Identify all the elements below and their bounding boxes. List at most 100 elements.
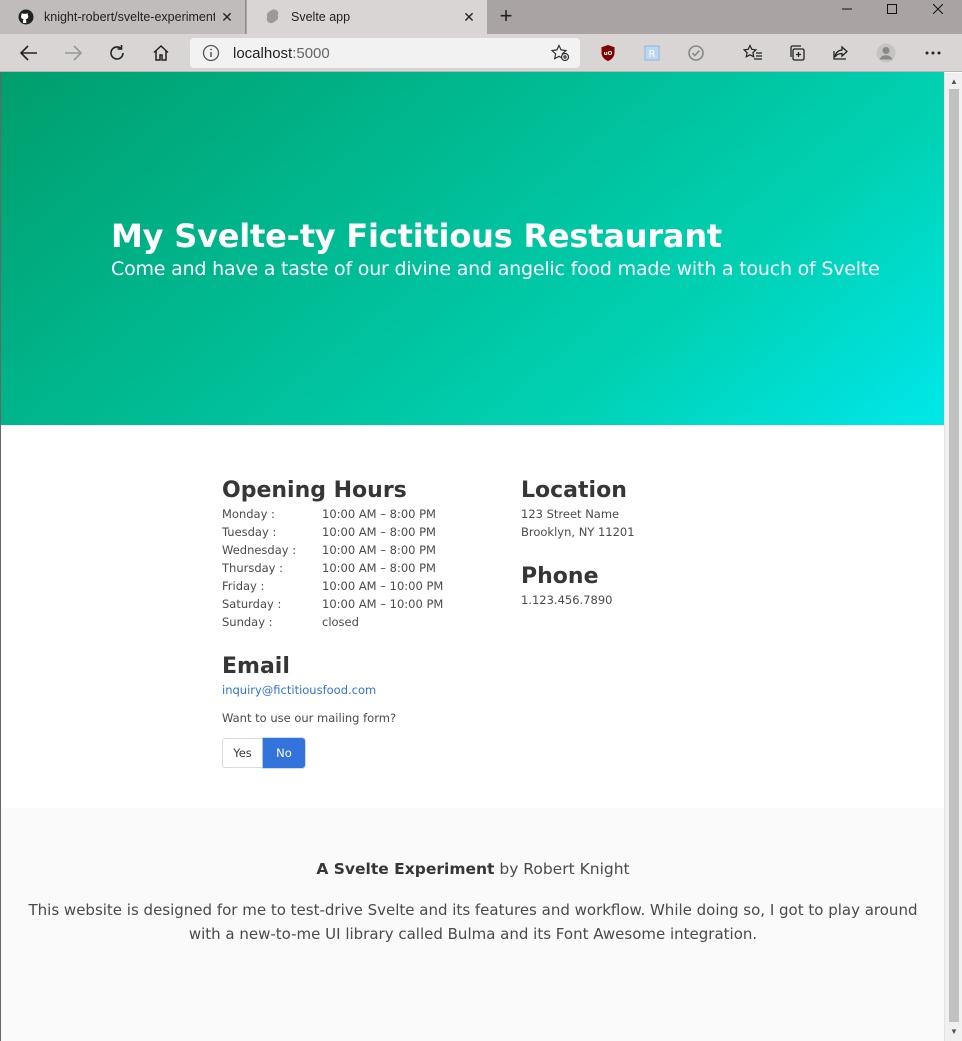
location-heading: Location: [521, 478, 627, 503]
profile-button[interactable]: [872, 39, 900, 67]
svg-text:uO: uO: [604, 51, 613, 57]
address-line-1: 123 Street Name: [521, 507, 620, 521]
footer-description: This website is designed for me to test-…: [28, 901, 918, 943]
ublock-icon: uO: [601, 45, 615, 61]
scroll-down-arrow-icon[interactable]: ▼: [945, 1025, 962, 1039]
email-heading: Email: [222, 654, 290, 679]
mailing-form-question: Want to use our mailing form?: [222, 711, 397, 725]
hours-time: 10:00 AM – 8:00 PM: [322, 543, 436, 557]
maximize-button[interactable]: [869, 0, 915, 18]
close-window-button[interactable]: [915, 0, 961, 18]
opening-hours: Opening Hours Monday : 10:00 AM – 8:00 PM…: [222, 477, 512, 631]
email-link[interactable]: inquiry@fictitiousfood.com: [222, 681, 376, 699]
hours-day: Wednesday :: [222, 543, 297, 557]
close-icon: [933, 4, 943, 14]
hero-banner: My Svelte-ty Fictitious Restaurant Come …: [1, 72, 944, 425]
checkmark-extension-button[interactable]: [682, 39, 710, 67]
check-circle-icon: [688, 45, 704, 61]
phone-number: 1.123.456.7890: [521, 593, 613, 607]
github-icon: [18, 9, 34, 25]
address-host: localhost: [233, 44, 293, 62]
share-button[interactable]: [827, 39, 855, 67]
hours-day: Sunday :: [222, 615, 273, 629]
footer-project-name: A Svelte Experiment: [316, 860, 495, 878]
hours-time: 10:00 AM – 10:00 PM: [322, 597, 444, 611]
hours-time: 10:00 AM – 8:00 PM: [322, 561, 436, 575]
email-block: Email inquiry@fictitiousfood.com Want to…: [222, 653, 512, 768]
page-footer: A Svelte Experiment by Robert Knight Thi…: [1, 808, 944, 1041]
tab-svelte-app[interactable]: Svelte app ✕: [247, 0, 487, 34]
no-button[interactable]: No: [263, 738, 305, 768]
add-favorite-icon[interactable]: [550, 44, 570, 62]
hours-day: Friday :: [222, 579, 265, 593]
svg-text:R: R: [649, 49, 656, 60]
mailing-form-toggle: Yes No: [222, 738, 512, 768]
ellipsis-icon: [925, 51, 941, 55]
close-icon[interactable]: ✕: [457, 9, 481, 26]
hours-row: Tuesday : 10:00 AM – 8:00 PM: [222, 523, 512, 541]
tab-github[interactable]: knight-robert/svelte-experiment ✕: [0, 0, 246, 34]
new-tab-button[interactable]: +: [494, 5, 518, 29]
hours-row: Wednesday : 10:00 AM – 8:00 PM: [222, 541, 512, 559]
forward-button[interactable]: [59, 39, 87, 67]
address-line-2: Brooklyn, NY 11201: [521, 525, 635, 539]
arrow-left-icon: [20, 45, 37, 61]
hours-day: Tuesday :: [222, 525, 277, 539]
phone-heading: Phone: [521, 564, 599, 589]
tab-strip: knight-robert/svelte-experiment ✕ Svelte…: [0, 0, 962, 34]
maximize-icon: [887, 4, 897, 14]
address-url: localhost:5000: [233, 45, 330, 62]
hours-time: 10:00 AM – 10:00 PM: [322, 579, 444, 593]
reload-button[interactable]: [103, 39, 131, 67]
hours-time: 10:00 AM – 8:00 PM: [322, 507, 436, 521]
collections-icon: [790, 45, 805, 61]
arrow-right-icon: [65, 45, 82, 61]
hours-row: Sunday : closed: [222, 613, 512, 631]
home-icon: [153, 44, 169, 61]
yes-button[interactable]: Yes: [222, 738, 263, 768]
minimize-icon: [842, 8, 852, 10]
browser-toolbar: localhost:5000 uO R: [0, 34, 962, 72]
reader-extension-button[interactable]: R: [638, 39, 666, 67]
hours-day: Monday :: [222, 507, 275, 521]
scrollbar-thumb[interactable]: [949, 89, 959, 1022]
address-port: :5000: [292, 44, 330, 62]
collections-button[interactable]: [783, 39, 811, 67]
reload-icon: [110, 45, 124, 60]
more-menu-button[interactable]: [919, 39, 947, 67]
share-icon: [833, 45, 848, 60]
hours-row: Friday : 10:00 AM – 10:00 PM: [222, 577, 512, 595]
hours-row: Monday : 10:00 AM – 8:00 PM: [222, 505, 512, 523]
right-column: Location 123 Street Name Brooklyn, NY 11…: [521, 477, 821, 609]
favorites-button[interactable]: [739, 39, 767, 67]
hours-row: Saturday : 10:00 AM – 10:00 PM: [222, 595, 512, 613]
tab-title: Svelte app: [291, 10, 351, 24]
footer-credit: A Svelte Experiment by Robert Knight: [1, 860, 944, 878]
left-column: Opening Hours Monday : 10:00 AM – 8:00 PM…: [222, 477, 512, 768]
reader-icon: R: [644, 45, 660, 61]
avatar-icon: [876, 43, 896, 63]
info-icon[interactable]: [202, 44, 220, 62]
footer-author: by Robert Knight: [494, 860, 630, 878]
opening-hours-heading: Opening Hours: [222, 478, 407, 503]
hours-time: 10:00 AM – 8:00 PM: [322, 525, 436, 539]
hours-row: Thursday : 10:00 AM – 8:00 PM: [222, 559, 512, 577]
ublock-extension-button[interactable]: uO: [594, 39, 622, 67]
tab-title: knight-robert/svelte-experiment: [44, 10, 215, 24]
scroll-up-arrow-icon[interactable]: ▲: [945, 75, 962, 89]
hours-day: Saturday :: [222, 597, 282, 611]
address-bar[interactable]: localhost:5000: [190, 38, 580, 68]
favorites-icon: [743, 44, 762, 60]
hero-title: My Svelte-ty Fictitious Restaurant: [111, 217, 722, 255]
location-block: Location 123 Street Name Brooklyn, NY 11…: [521, 477, 821, 541]
hero-subtitle: Come and have a taste of our divine and …: [111, 258, 880, 280]
minimize-button[interactable]: [824, 0, 870, 18]
svelte-icon: [265, 9, 281, 25]
close-icon[interactable]: ✕: [215, 9, 239, 26]
hours-list: Monday : 10:00 AM – 8:00 PM Tuesday : 10:0…: [222, 505, 512, 631]
hours-time: closed: [322, 615, 359, 629]
home-button[interactable]: [147, 39, 175, 67]
phone-block: Phone 1.123.456.7890: [521, 563, 821, 609]
vertical-scrollbar[interactable]: ▲ ▼: [944, 73, 962, 1041]
back-button[interactable]: [15, 39, 43, 67]
